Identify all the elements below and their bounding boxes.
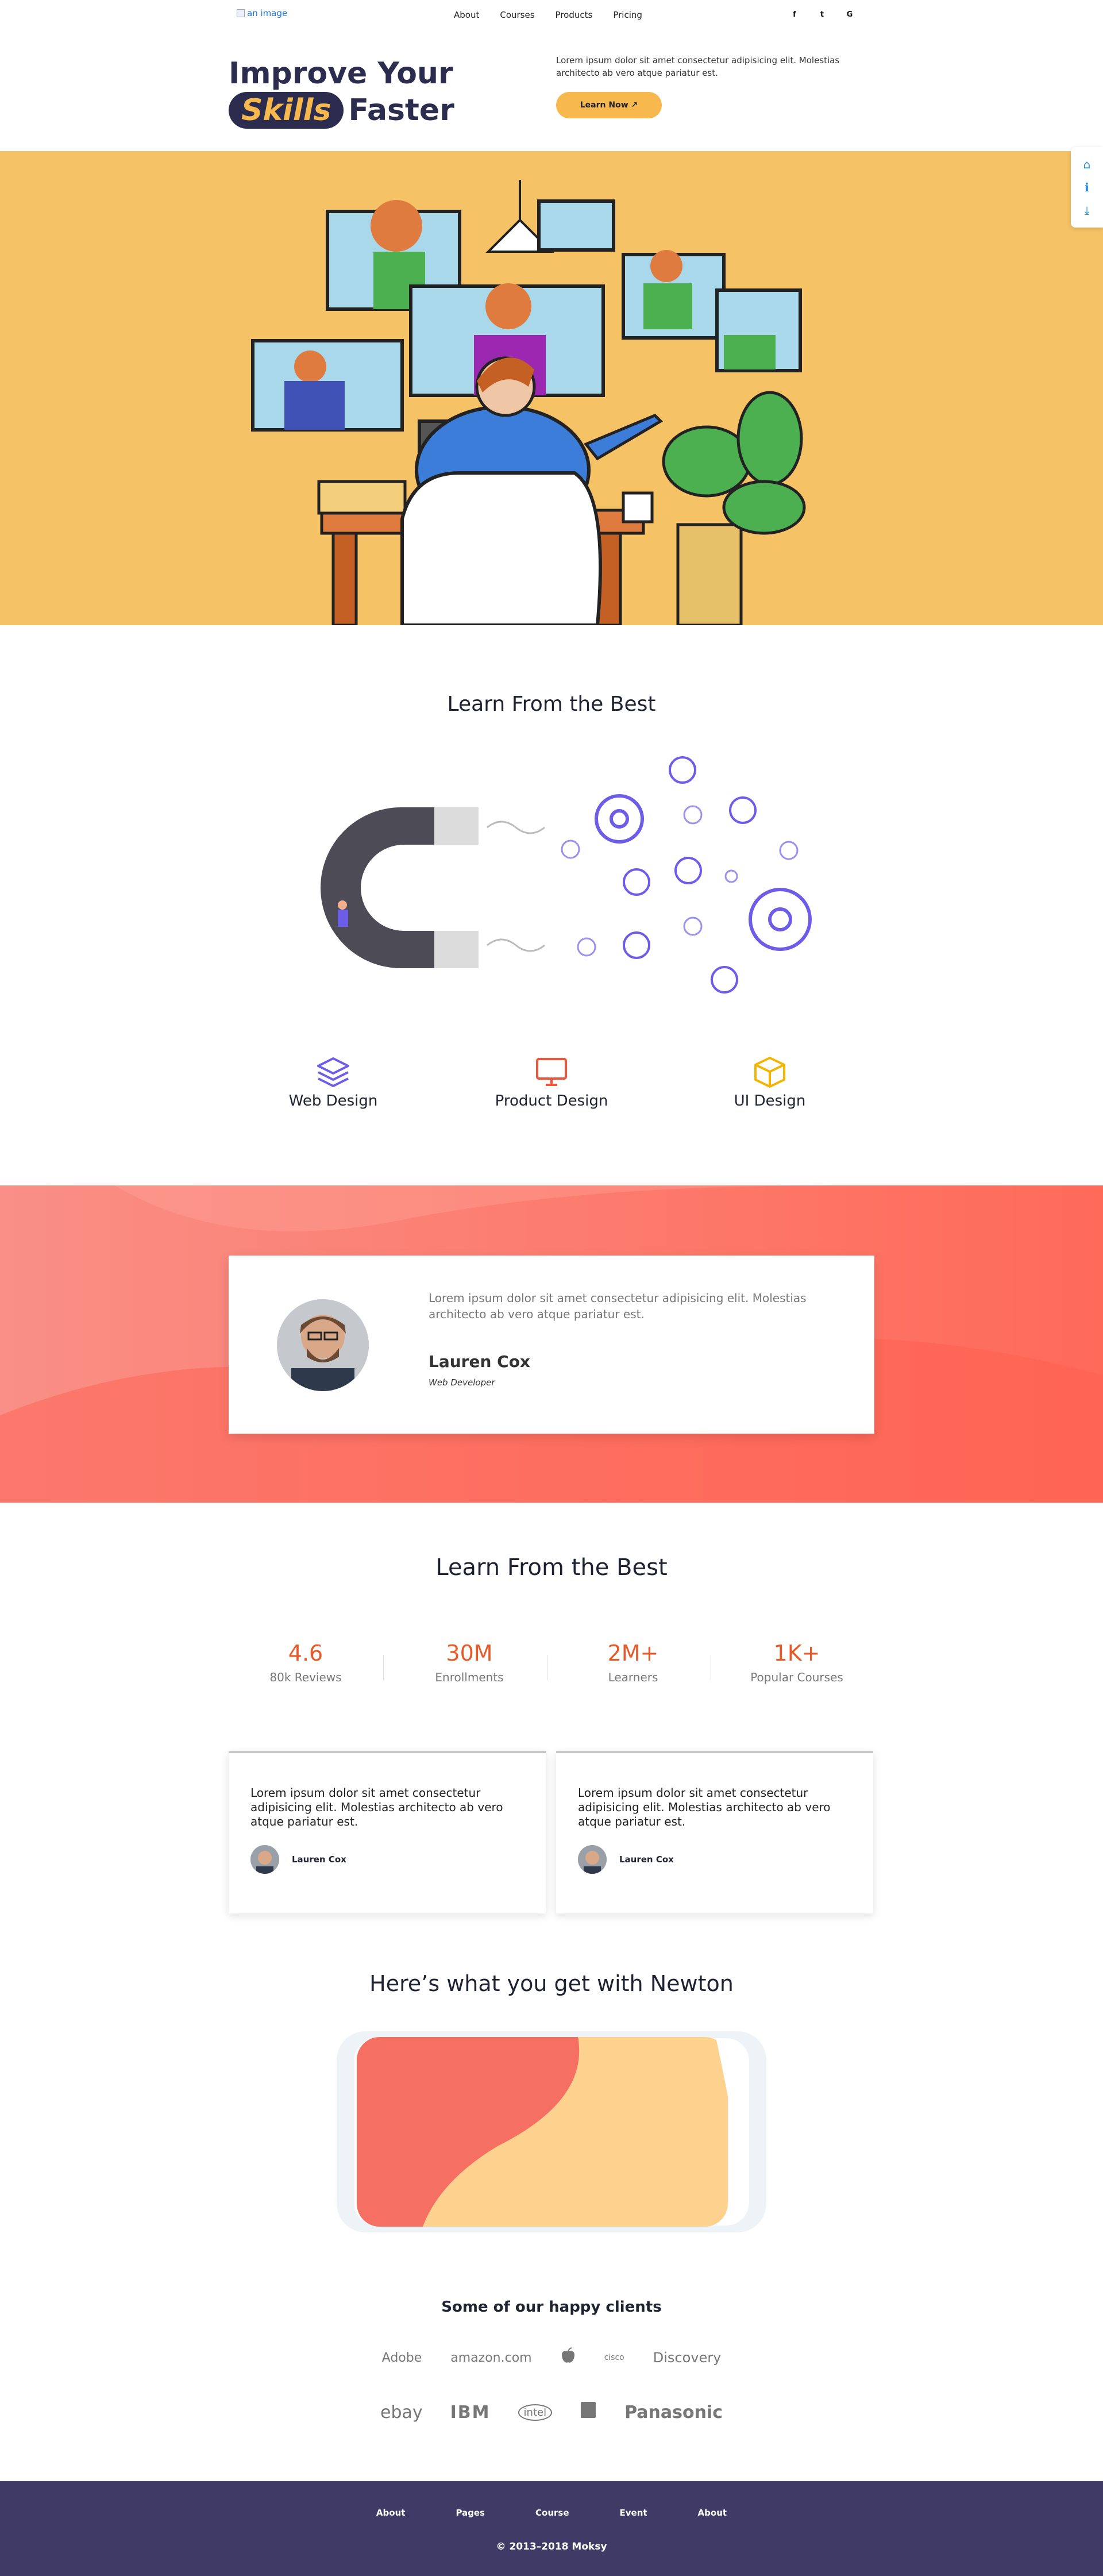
- testimonial-card: Lorem ipsum dolor sit amet consectetur a…: [229, 1256, 874, 1434]
- quote-card: Lorem ipsum dolor sit amet consectetur a…: [229, 1751, 546, 1913]
- category-product-design[interactable]: Product Design: [488, 1056, 615, 1110]
- testimonial-name: Lauren Cox: [429, 1352, 530, 1371]
- discovery-logo: Discovery: [653, 2350, 722, 2366]
- section2-title: Learn From the Best: [435, 1554, 668, 1581]
- monitor-icon: [536, 1058, 567, 1086]
- clients-title: Some of our happy clients: [441, 2298, 662, 2316]
- footer-link-event[interactable]: Event: [620, 2508, 647, 2518]
- stat-label: Enrollments: [435, 1670, 504, 1684]
- stat-reviews: 4.6 80k Reviews: [240, 1641, 372, 1684]
- author-avatar: [578, 1845, 607, 1874]
- hero-title-line2: Faster: [348, 93, 454, 128]
- avatar: [277, 1299, 369, 1391]
- hero-illustration: [0, 151, 1103, 625]
- home-icon[interactable]: ⌂: [1083, 157, 1091, 171]
- broken-image-icon: [237, 9, 245, 17]
- section1-title: Learn From the Best: [447, 692, 656, 716]
- quote-text: Lorem ipsum dolor sit amet consectetur a…: [250, 1786, 503, 1828]
- category-label: Web Design: [288, 1092, 378, 1110]
- magnet-illustration: [321, 756, 812, 994]
- hero-title-line2-wrap: Skills Faster: [229, 92, 454, 129]
- person-photo: [277, 1299, 369, 1391]
- testimonial-text: Lorem ipsum dolor sit amet consectetur a…: [429, 1291, 807, 1321]
- stat-enrollments: 30M Enrollments: [403, 1641, 535, 1684]
- footer-menu: About Pages Course Event About: [0, 2508, 1103, 2518]
- testimonial-role: Web Developer: [429, 1377, 495, 1388]
- category-label: UI Design: [734, 1092, 806, 1110]
- stat-label: Learners: [608, 1670, 658, 1684]
- twitter-icon[interactable]: t: [816, 8, 828, 21]
- intel-logo: intel: [518, 2404, 553, 2421]
- google-icon[interactable]: G: [843, 8, 856, 21]
- quote-card: Lorem ipsum dolor sit amet consectetur a…: [556, 1751, 873, 1913]
- stat-courses: 1K+ Popular Courses: [731, 1641, 863, 1684]
- stat-value: 2M+: [607, 1641, 659, 1666]
- side-dock: ⌂ ℹ ⤓: [1071, 147, 1103, 228]
- quote-text: Lorem ipsum dolor sit amet consectetur a…: [578, 1786, 831, 1828]
- stat-learners: 2M+ Learners: [567, 1641, 699, 1684]
- hero-title: Improve Your Skills Faster: [229, 55, 454, 129]
- stat-label: 80k Reviews: [269, 1670, 342, 1684]
- category-ui-design[interactable]: UI Design: [707, 1056, 833, 1110]
- amazon-logo: amazon.com: [450, 2350, 532, 2365]
- logo-alt-text: an image: [247, 8, 288, 18]
- footer-link-course[interactable]: Course: [535, 2508, 569, 2518]
- ebay-logo: ebay: [380, 2402, 423, 2423]
- adobe-logo: Adobe: [381, 2350, 422, 2365]
- learn-now-button[interactable]: Learn Now ↗: [556, 92, 662, 118]
- nav-link-pricing[interactable]: Pricing: [613, 10, 642, 20]
- video-conference-illustration: [251, 180, 806, 625]
- ibm-logo: IBM: [450, 2402, 491, 2423]
- hero-title-highlight: Skills: [229, 92, 344, 129]
- hero-title-line1: Improve Your: [229, 56, 453, 91]
- quote-author: Lauren Cox: [250, 1845, 524, 1874]
- author-name: Lauren Cox: [619, 1854, 674, 1865]
- copyright: © 2013–2018 Moksy: [496, 2541, 607, 2552]
- author-avatar: [250, 1845, 279, 1874]
- stat-value: 30M: [446, 1641, 493, 1666]
- layers-icon: [317, 1057, 349, 1087]
- nav-link-products[interactable]: Products: [556, 10, 593, 20]
- nav-link-courses[interactable]: Courses: [500, 10, 534, 20]
- client-logos-row2: ebay IBM intel Panasonic: [0, 2401, 1103, 2424]
- stat-divider: [383, 1655, 384, 1680]
- quote-author: Lauren Cox: [578, 1845, 851, 1874]
- box-icon: [754, 1057, 785, 1088]
- top-navbar: an image About Courses Products Pricing …: [0, 0, 1103, 31]
- panasonic-logo: Panasonic: [624, 2402, 723, 2423]
- main-menu: About Courses Products Pricing: [454, 10, 642, 20]
- category-web-design[interactable]: Web Design: [270, 1056, 396, 1110]
- nav-link-about[interactable]: About: [454, 10, 479, 20]
- apple-icon: [561, 2347, 576, 2368]
- stat-value: 1K+: [773, 1641, 820, 1666]
- section3-title: Here’s what you get with Newton: [369, 1971, 734, 1996]
- footer-link-about-2[interactable]: About: [698, 2508, 727, 2518]
- author-name: Lauren Cox: [292, 1854, 346, 1865]
- hero-description: Lorem ipsum dolor sit amet consectetur a…: [556, 55, 840, 78]
- kindle-icon: [580, 2401, 597, 2424]
- info-icon[interactable]: ℹ: [1085, 180, 1089, 194]
- download-icon[interactable]: ⤓: [1085, 203, 1090, 217]
- cisco-logo: cisco: [604, 2353, 624, 2362]
- stat-value: 4.6: [288, 1641, 323, 1666]
- stat-label: Popular Courses: [750, 1670, 843, 1684]
- footer-link-pages[interactable]: Pages: [456, 2508, 485, 2518]
- footer-link-about[interactable]: About: [376, 2508, 406, 2518]
- category-label: Product Design: [495, 1092, 608, 1110]
- logo[interactable]: an image: [237, 8, 287, 18]
- social-links: f t G: [788, 8, 856, 21]
- footer: About Pages Course Event About © 2013–20…: [0, 2481, 1103, 2576]
- client-logos-row1: Adobe amazon.com cisco Discovery: [0, 2347, 1103, 2368]
- phone-mockup: [337, 2031, 766, 2232]
- facebook-icon[interactable]: f: [788, 8, 801, 21]
